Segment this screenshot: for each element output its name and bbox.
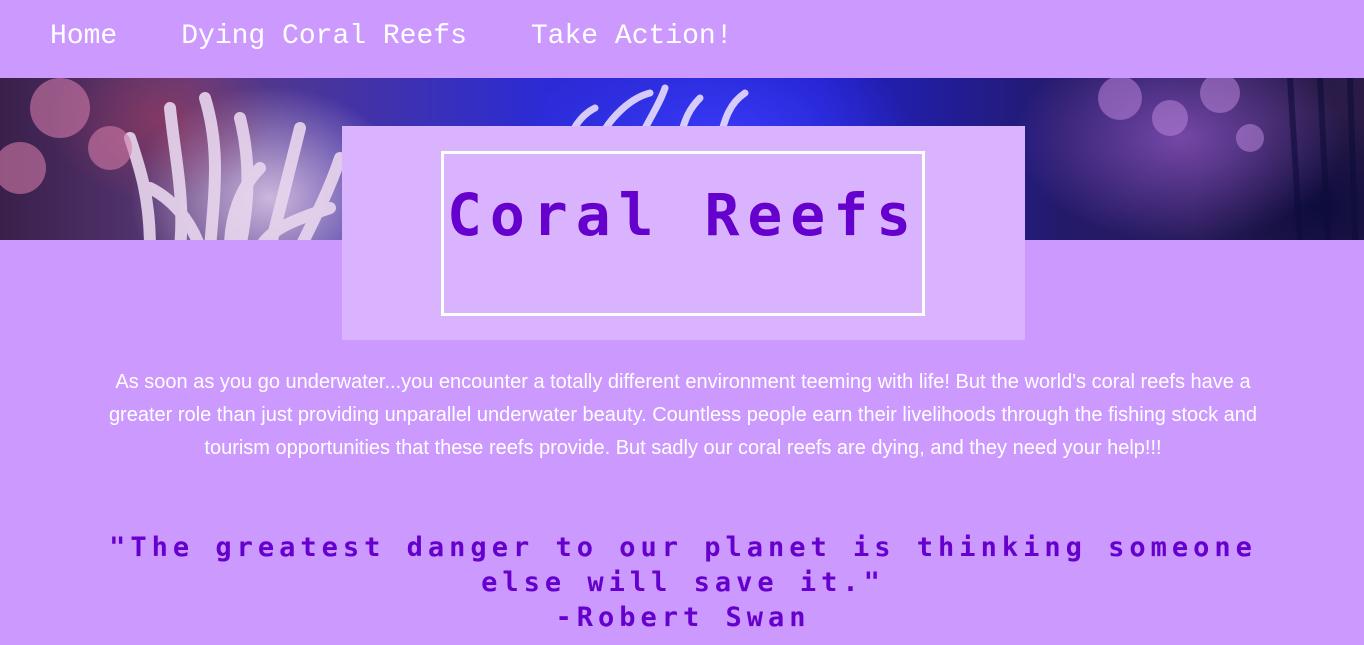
nav-link-dying-coral-reefs[interactable]: Dying Coral Reefs <box>181 23 467 55</box>
nav-link-home[interactable]: Home <box>50 23 117 55</box>
title-frame: Coral Reefs <box>441 151 925 316</box>
quote-author: -Robert Swan <box>555 602 811 633</box>
page-title: Coral Reefs <box>446 181 920 249</box>
nav-link-take-action[interactable]: Take Action! <box>531 23 733 55</box>
title-card: Coral Reefs <box>342 126 1025 340</box>
quote-block: "The greatest danger to our planet is th… <box>70 530 1296 635</box>
quote-text: "The greatest danger to our planet is th… <box>109 532 1257 598</box>
intro-paragraph: As soon as you go underwater...you encou… <box>108 371 1258 459</box>
top-nav: Home Dying Coral Reefs Take Action! <box>0 0 1364 78</box>
